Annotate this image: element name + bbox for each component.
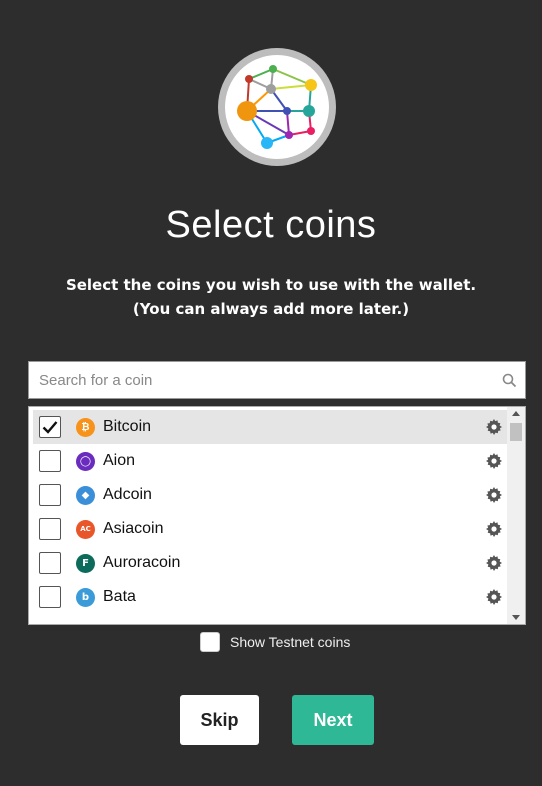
adcoin-icon: ◆: [76, 485, 95, 505]
auroracoin-icon: F: [76, 553, 95, 573]
gear-icon[interactable]: [486, 521, 502, 541]
coin-row[interactable]: ₿ Bitcoin: [33, 410, 507, 444]
bitcoin-icon: ₿: [76, 417, 95, 437]
scroll-up-arrow-icon[interactable]: [512, 411, 520, 416]
coin-checkbox[interactable]: [39, 416, 61, 438]
scroll-down-arrow-icon[interactable]: [512, 615, 520, 620]
show-testnet-label: Show Testnet coins: [230, 634, 351, 650]
coin-row[interactable]: ◯ Aion: [33, 444, 507, 478]
page-subtitle: Select the coins you wish to use with th…: [0, 273, 542, 321]
search-icon[interactable]: [502, 373, 517, 392]
gear-icon[interactable]: [486, 555, 502, 575]
coin-row[interactable]: ◆ Adcoin: [33, 478, 507, 512]
coin-search-input[interactable]: [29, 362, 479, 398]
coin-checkbox[interactable]: [39, 450, 61, 472]
coin-row[interactable]: F Auroracoin: [33, 546, 507, 580]
coin-list[interactable]: ₿ Bitcoin ◯ Aion ◆ Adcoin AC Asiacoin F Auroracoi…: [28, 406, 526, 625]
gear-icon[interactable]: [486, 419, 502, 439]
coin-name: Asiacoin: [103, 520, 164, 537]
coin-name: Bata: [103, 588, 136, 605]
coin-checkbox[interactable]: [39, 484, 61, 506]
show-testnet-toggle[interactable]: Show Testnet coins: [200, 632, 350, 652]
gear-icon[interactable]: [486, 487, 502, 507]
coin-list-scrollbar[interactable]: [507, 407, 525, 624]
coin-name: Auroracoin: [103, 554, 181, 571]
bata-icon: b: [76, 587, 95, 607]
coin-name: Adcoin: [103, 486, 152, 503]
coin-row[interactable]: b Bata: [33, 580, 507, 614]
gear-icon[interactable]: [486, 589, 502, 609]
app-logo: [218, 48, 336, 166]
coin-row[interactable]: AC Asiacoin: [33, 512, 507, 546]
coin-search-box: [28, 361, 526, 399]
skip-button[interactable]: Skip: [180, 695, 259, 745]
asiacoin-icon: AC: [76, 519, 95, 539]
coin-checkbox[interactable]: [39, 518, 61, 540]
scrollbar-thumb[interactable]: [510, 423, 522, 441]
coin-checkbox[interactable]: [39, 552, 61, 574]
subtitle-line-2: (You can always add more later.): [132, 300, 410, 318]
next-button[interactable]: Next: [292, 695, 374, 745]
show-testnet-checkbox[interactable]: [200, 632, 220, 652]
gear-icon[interactable]: [486, 453, 502, 473]
coin-checkbox[interactable]: [39, 586, 61, 608]
coin-name: Aion: [103, 452, 136, 469]
page-title: Select coins: [165, 204, 377, 246]
aion-icon: ◯: [76, 451, 95, 471]
subtitle-line-1: Select the coins you wish to use with th…: [65, 276, 477, 294]
coin-name: Bitcoin: [103, 418, 152, 435]
